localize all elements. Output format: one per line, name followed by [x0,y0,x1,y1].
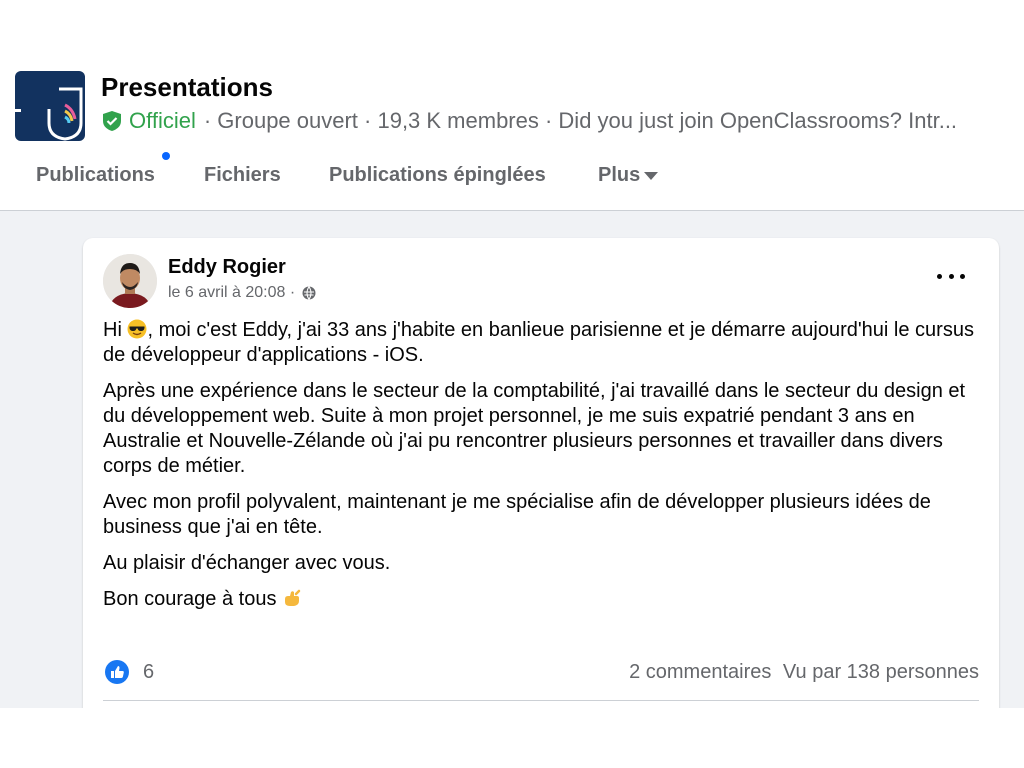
post-paragraph: Après une expérience dans le secteur de … [103,380,966,477]
post-paragraph: Avec mon profil polyvalent, maintenant j… [103,491,931,538]
author-name[interactable]: Eddy Rogier [168,256,286,279]
globe-icon [302,286,316,300]
profile-photo-icon [103,254,157,308]
post-footer: 6 2 commentaires Vu par 138 personnes [103,656,979,696]
post-card: Eddy Rogier le 6 avril à 20:08 · Hi , mo… [83,238,999,708]
dot-icon [960,273,965,279]
group-title[interactable]: Presentations [101,72,273,103]
divider [103,700,979,701]
caret-down-icon [644,171,659,180]
group-tabs: Publications Fichiers Publications éping… [0,152,1024,194]
group-logo[interactable] [15,71,85,141]
group-page: Presentations Officiel · Groupe ouvert ·… [0,62,1024,708]
paragraph-text: Bon courage à tous [103,588,277,610]
official-label: Officiel [129,108,196,133]
openclassrooms-logo-icon [15,87,83,141]
post-timestamp[interactable]: le 6 avril à 20:08 · [168,284,295,302]
post-paragraph: Hi , moi c'est Eddy, j'ai 33 ans j'habit… [103,318,983,368]
call-me-hand-emoji-icon [285,589,301,606]
like-icon[interactable] [105,660,129,684]
new-activity-dot [162,152,170,160]
paragraph-text: , moi c'est Eddy, j'ai 33 ans j'habite e… [103,319,974,366]
more-options-button[interactable] [937,266,965,286]
tab-publications[interactable]: Publications [36,164,155,187]
post-stats: 2 commentaires Vu par 138 personnes [629,661,979,684]
tab-publications-epinglees[interactable]: Publications épinglées [329,164,546,187]
comments-link[interactable]: 2 commentaires [629,661,771,683]
tab-plus[interactable]: Plus [598,164,659,187]
like-count[interactable]: 6 [143,661,154,684]
paragraph-text: Hi [103,319,122,341]
post-paragraph: Au plaisir d'échanger avec vous. [103,552,391,574]
post-body: Hi , moi c'est Eddy, j'ai 33 ans j'habit… [103,318,983,623]
tab-plus-label: Plus [598,164,641,186]
views-link[interactable]: Vu par 138 personnes [783,661,979,683]
dot-icon [937,273,942,279]
dot-icon [948,273,954,279]
tab-fichiers[interactable]: Fichiers [204,164,281,187]
group-meta-text: · Groupe ouvert · 19,3 K membres · Did y… [203,108,958,133]
post-paragraph: Bon courage à tous [103,587,983,612]
shield-check-icon [103,111,121,131]
group-header: Presentations Officiel · Groupe ouvert ·… [0,62,1024,211]
avatar[interactable] [103,254,157,308]
sunglasses-emoji-icon [127,319,147,339]
group-meta: Officiel · Groupe ouvert · 19,3 K membre… [101,108,1016,134]
post-meta: le 6 avril à 20:08 · [168,284,317,302]
